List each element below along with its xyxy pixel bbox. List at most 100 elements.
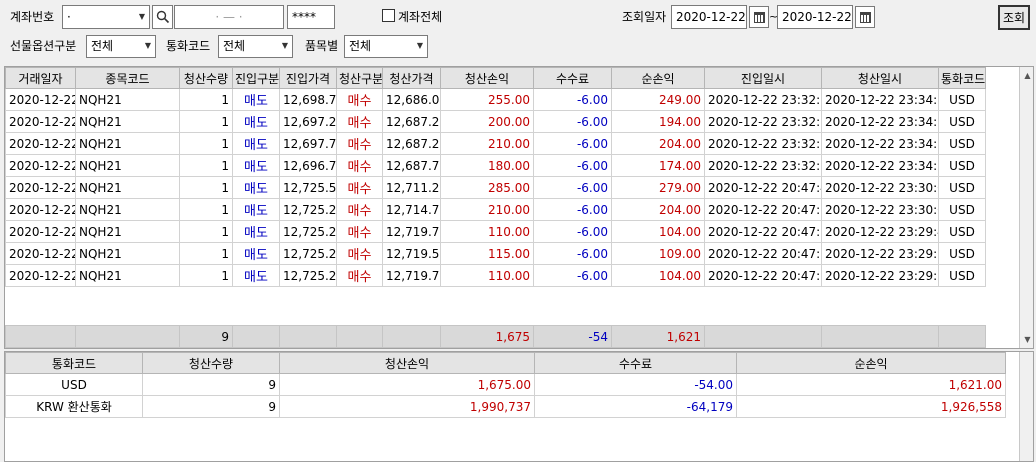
summary-cell: 1,675.00 <box>279 373 535 396</box>
table-cell: 12,725.25 <box>279 264 337 287</box>
summary-header-row: 통화코드 청산수량 청산손익 수수료 순손익 <box>5 352 1006 374</box>
table-cell: 2020-12-22 <box>5 110 76 133</box>
table-cell: NQH21 <box>75 154 180 177</box>
trades-col-header[interactable]: 청산손익 <box>440 67 534 89</box>
calendar-icon <box>753 11 765 23</box>
table-row[interactable]: 2020-12-22NQH211매도12,698.75매수12,686.0025… <box>5 88 986 111</box>
summary-vertical-scrollbar[interactable] <box>1019 352 1033 461</box>
trades-col-header[interactable]: 청산수량 <box>179 67 233 89</box>
table-cell: 110.00 <box>440 220 534 243</box>
password-field[interactable]: **** <box>287 5 335 29</box>
futopt-select[interactable]: 전체 ▼ <box>86 35 156 58</box>
trades-col-header[interactable]: 청산구분 <box>336 67 383 89</box>
query-button[interactable]: 조회 <box>998 5 1030 30</box>
summary-col-header[interactable]: 수수료 <box>534 352 737 374</box>
table-row[interactable]: 2020-12-22NQH211매도12,725.25매수12,719.5011… <box>5 242 986 265</box>
table-row[interactable]: 2020-12-22NQH211매도12,725.25매수12,719.7511… <box>5 220 986 243</box>
summary-row[interactable]: KRW 환산통화 9 1,990,737 -64,179 1,926,558 <box>5 395 1006 418</box>
table-cell: 2020-12-22 23:34:52 <box>821 154 939 177</box>
table-cell: 매수 <box>336 220 383 243</box>
table-row[interactable]: 2020-12-22NQH211매도12,697.75매수12,687.2521… <box>5 132 986 155</box>
summary-row[interactable]: USD 9 1,675.00 -54.00 1,621.00 <box>5 373 1006 396</box>
trades-col-header[interactable]: 진입일시 <box>704 67 822 89</box>
table-cell: 12,697.25 <box>279 110 337 133</box>
trades-col-header[interactable]: 거래일자 <box>5 67 76 89</box>
table-cell: NQH21 <box>75 198 180 221</box>
total-net: 1,621 <box>611 325 705 348</box>
table-cell: 12,719.75 <box>382 264 441 287</box>
table-cell: 2020-12-22 23:34:56 <box>821 88 939 111</box>
trades-col-header[interactable]: 청산가격 <box>382 67 441 89</box>
currency-select[interactable]: 전체 ▼ <box>218 35 293 58</box>
table-cell: 2020-12-22 23:32:27 <box>704 132 822 155</box>
table-row[interactable]: 2020-12-22NQH211매도12,697.25매수12,687.2520… <box>5 110 986 133</box>
table-cell: 매수 <box>336 198 383 221</box>
table-cell: 12,725.50 <box>279 176 337 199</box>
table-cell: 12,711.25 <box>382 176 441 199</box>
table-cell: USD <box>938 110 986 133</box>
trades-col-header[interactable]: 종목코드 <box>75 67 180 89</box>
table-cell: -6.00 <box>533 220 612 243</box>
table-cell: 2020-12-22 23:32:21 <box>704 154 822 177</box>
summary-col-header[interactable]: 청산수량 <box>142 352 280 374</box>
trades-grid: 거래일자 종목코드 청산수량 진입구분 진입가격 청산구분 청산가격 청산손익 수수료 순손익 진입… <box>4 66 1034 349</box>
table-cell: 2020-12-22 <box>5 198 76 221</box>
table-cell: 2020-12-22 23:29:41 <box>821 220 939 243</box>
scroll-up-icon[interactable]: ▲ <box>1020 71 1033 80</box>
table-cell: -6.00 <box>533 132 612 155</box>
date-to-calendar-button[interactable] <box>855 6 875 28</box>
trades-col-header[interactable]: 통화코드 <box>938 67 986 89</box>
table-cell: -6.00 <box>533 242 612 265</box>
trades-col-header[interactable]: 수수료 <box>533 67 612 89</box>
chevron-down-icon: ▼ <box>281 41 288 50</box>
trades-vertical-scrollbar[interactable]: ▲ ▼ <box>1019 67 1033 348</box>
all-accounts-checkbox[interactable] <box>382 9 395 22</box>
totals-row: 9 1,675 -54 1,621 <box>5 325 986 348</box>
table-cell: 1 <box>179 154 233 177</box>
table-cell: 매도 <box>232 110 280 133</box>
table-cell: 매수 <box>336 110 383 133</box>
table-cell: 12,696.75 <box>279 154 337 177</box>
table-row[interactable]: 2020-12-22NQH211매도12,725.50매수12,711.2528… <box>5 176 986 199</box>
date-from-input[interactable]: 2020-12-22 <box>671 5 747 29</box>
currency-label: 통화코드 <box>166 39 211 53</box>
table-row[interactable]: 2020-12-22NQH211매도12,725.25매수12,714.7521… <box>5 198 986 221</box>
summary-col-header[interactable]: 청산손익 <box>279 352 535 374</box>
table-row[interactable]: 2020-12-22NQH211매도12,696.75매수12,687.7518… <box>5 154 986 177</box>
table-cell: -6.00 <box>533 110 612 133</box>
table-cell: 115.00 <box>440 242 534 265</box>
table-cell: 2020-12-22 <box>5 176 76 199</box>
table-cell: 매도 <box>232 88 280 111</box>
table-cell: NQH21 <box>75 88 180 111</box>
table-cell: 2020-12-22 <box>5 220 76 243</box>
scroll-down-icon[interactable]: ▼ <box>1020 335 1033 344</box>
product-select[interactable]: 전체 ▼ <box>344 35 428 58</box>
summary-col-header[interactable]: 통화코드 <box>5 352 143 374</box>
table-cell: 1 <box>179 242 233 265</box>
table-cell: 1 <box>179 88 233 111</box>
summary-cell: USD <box>5 373 143 396</box>
date-from-calendar-button[interactable] <box>749 6 769 28</box>
table-cell: 2020-12-22 23:34:53 <box>821 132 939 155</box>
trades-col-header[interactable]: 청산일시 <box>821 67 939 89</box>
table-cell: 1 <box>179 198 233 221</box>
trades-col-header[interactable]: 진입가격 <box>279 67 337 89</box>
table-cell: -6.00 <box>533 264 612 287</box>
table-cell: USD <box>938 220 986 243</box>
search-account-button[interactable] <box>152 5 173 29</box>
table-cell: USD <box>938 176 986 199</box>
table-cell: 249.00 <box>611 88 705 111</box>
account-select[interactable]: · ▼ <box>62 5 150 29</box>
account-name-field: · — · <box>174 5 284 29</box>
table-cell: NQH21 <box>75 132 180 155</box>
table-cell: NQH21 <box>75 220 180 243</box>
table-row[interactable]: 2020-12-22NQH211매도12,725.25매수12,719.7511… <box>5 264 986 287</box>
summary-col-header[interactable]: 순손익 <box>736 352 1006 374</box>
trades-header-row: 거래일자 종목코드 청산수량 진입구분 진입가격 청산구분 청산가격 청산손익 수수료 순손익 진입… <box>5 67 986 89</box>
trades-col-header[interactable]: 진입구분 <box>232 67 280 89</box>
table-cell: 12,725.25 <box>279 198 337 221</box>
table-cell: 2020-12-22 20:47:24 <box>704 198 822 221</box>
trades-col-header[interactable]: 순손익 <box>611 67 705 89</box>
table-cell: 1 <box>179 132 233 155</box>
date-to-input[interactable]: 2020-12-22 <box>777 5 853 29</box>
